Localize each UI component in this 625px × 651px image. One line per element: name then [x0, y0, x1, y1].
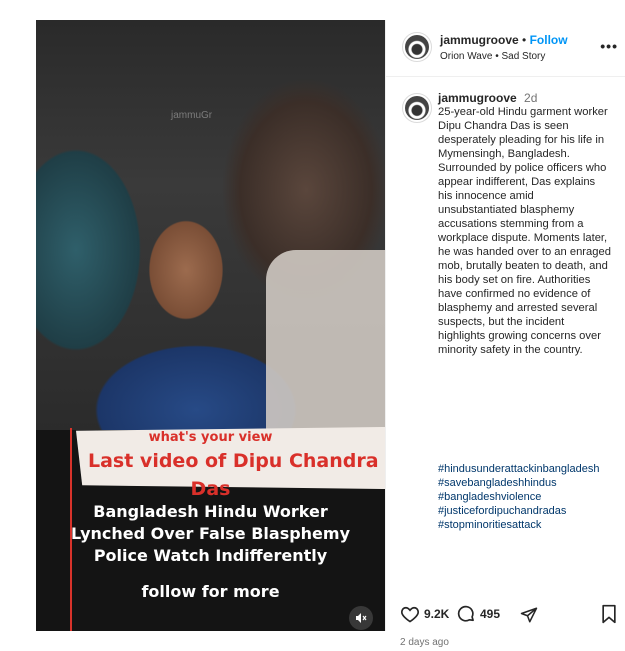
overlay-follow-text: follow for more — [141, 582, 280, 601]
hashtag-link[interactable]: #savebangladeshhindus — [438, 476, 616, 490]
speaker-muted-icon — [356, 613, 367, 623]
hashtag-link[interactable]: #justicefordipuchandradas — [438, 504, 616, 518]
caption-time: 2d — [524, 91, 538, 105]
like-count: 9.2K — [424, 607, 450, 621]
headline-line: Police Watch Indifferently — [93, 546, 328, 565]
overlay-headline: Bangladesh Hindu Worker Lynched Over Fal… — [36, 501, 385, 567]
video-player[interactable]: jammuGr what's your view Last video of D… — [36, 20, 385, 631]
hashtag-link[interactable]: #stopminoritiesattack — [438, 518, 616, 532]
mute-button[interactable] — [349, 606, 373, 630]
person-shoulder — [266, 250, 385, 430]
hashtag-link[interactable]: #hindusunderattackinbangladesh — [438, 462, 616, 476]
avatar[interactable] — [402, 32, 432, 62]
video-frame: jammuGr — [36, 20, 385, 430]
post-header: jammugroove • Follow Orion Wave • Sad St… — [386, 20, 625, 77]
avatar[interactable] — [402, 93, 432, 123]
overlay-title-line1: Last video of Dipu Chandra — [88, 450, 379, 472]
header-username[interactable]: jammugroove — [440, 33, 519, 47]
like-button[interactable]: 9.2K — [400, 604, 449, 624]
header-user-line: jammugroove • Follow — [440, 33, 568, 47]
caption-text: 25-year-old Hindu garment worker Dipu Ch… — [438, 106, 611, 356]
headline-line: Bangladesh Hindu Worker — [93, 502, 328, 521]
caption-section: jammugroove 2d 25-year-old Hindu garment… — [386, 77, 625, 582]
post-date[interactable]: 2 days ago — [400, 637, 449, 648]
share-icon — [520, 607, 538, 623]
account-logo — [405, 96, 429, 120]
heart-icon — [401, 606, 419, 623]
overlay-title-line2: Das — [190, 478, 231, 500]
follow-button[interactable]: Follow — [530, 33, 568, 47]
headline-line: Lynched Over False Blasphemy — [70, 524, 351, 543]
save-button[interactable] — [600, 604, 618, 624]
caption-username[interactable]: jammugroove — [438, 91, 517, 105]
bookmark-icon — [602, 604, 616, 624]
overlay-subtitle: what's your view — [148, 430, 273, 445]
audio-attribution[interactable]: Orion Wave • Sad Story — [440, 51, 545, 62]
instagram-post: jammuGr what's your view Last video of D… — [36, 20, 625, 648]
share-button[interactable] — [520, 606, 538, 624]
hashtag-list: #hindusunderattackinbangladesh #savebang… — [438, 462, 616, 532]
account-logo — [405, 35, 429, 59]
comment-icon — [457, 605, 474, 622]
caption-user-line: jammugroove 2d — [438, 91, 537, 105]
comment-count: 495 — [480, 607, 501, 621]
more-options-button[interactable]: ••• — [600, 38, 618, 54]
more-icon: ••• — [600, 38, 618, 54]
hashtag-link[interactable]: #bangladeshviolence — [438, 490, 616, 504]
video-watermark: jammuGr — [171, 110, 213, 121]
comment-button[interactable]: 495 — [456, 604, 500, 624]
separator-dot: • — [522, 33, 527, 47]
post-sidebar: jammugroove • Follow Orion Wave • Sad St… — [385, 20, 625, 648]
action-bar: 9.2K 495 — [386, 604, 625, 628]
